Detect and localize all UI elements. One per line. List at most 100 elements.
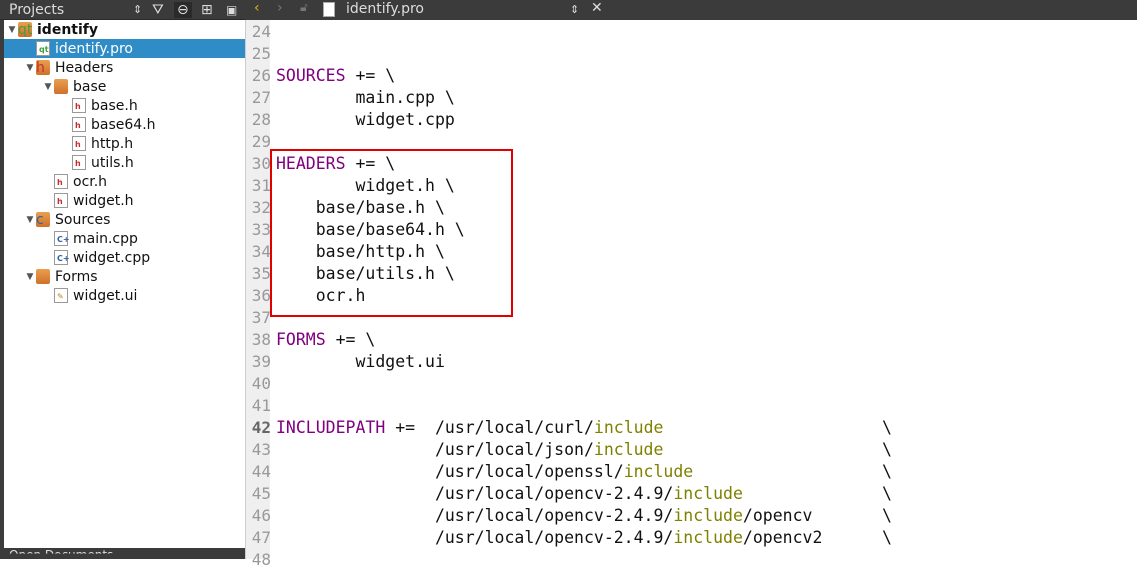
tree-item[interactable]: h ocr.h	[4, 172, 245, 191]
expand-arrow-icon[interactable]: ▼	[42, 82, 54, 92]
code-token: main.cpp \	[276, 88, 455, 107]
h-file-icon: h	[72, 117, 86, 132]
code-token: widget.cpp	[276, 110, 455, 129]
folder-icon: c	[36, 212, 50, 228]
include-token: include	[673, 506, 743, 525]
keyword-token: INCLUDEPATH	[276, 418, 386, 437]
code-token: /usr/local/json/	[276, 440, 594, 459]
tree-item[interactable]: qt identify.pro	[4, 39, 245, 58]
tree-item-label: main.cpp	[73, 230, 138, 247]
expand-arrow-icon[interactable]: ▼	[6, 25, 18, 35]
expand-arrow-icon[interactable]: ▼	[24, 63, 36, 73]
tree-item[interactable]: h base64.h	[4, 115, 245, 134]
tree-item[interactable]: ▼ qt identify	[4, 20, 245, 39]
include-token: include	[623, 462, 694, 481]
editor-toolbar: ‹ › 🔓︎ identify.pro ⇕ ✕	[245, 0, 1137, 20]
keyword-token: SOURCES	[276, 66, 346, 85]
h-file-icon: h	[72, 136, 86, 151]
projects-title: Projects	[9, 1, 65, 18]
h-file-icon: h	[54, 193, 68, 208]
code-token: /usr/local/openssl/	[276, 462, 624, 481]
h-file-icon: h	[72, 155, 86, 170]
code-line: /usr/local/opencv-2.4.9/include/opencv2 …	[276, 527, 892, 549]
tree-item-label: base64.h	[91, 116, 156, 133]
code-token: /usr/local/opencv-2.4.9/	[276, 484, 674, 503]
h-file-icon: h	[72, 98, 86, 113]
tree-item[interactable]: ✎ widget.ui	[4, 286, 245, 305]
forward-icon[interactable]: ›	[277, 0, 283, 16]
tree-item[interactable]: h utils.h	[4, 153, 245, 172]
tree-item[interactable]: h base.h	[4, 96, 245, 115]
code-token: /opencv \	[742, 506, 892, 525]
code-line: /usr/local/openssl/include \	[276, 461, 892, 483]
split-icon[interactable]: ⊞	[201, 2, 213, 18]
tree-item[interactable]: ▼ c Sources	[4, 210, 245, 229]
code-line: widget.ui	[276, 351, 445, 373]
code-line: INCLUDEPATH += /usr/local/curl/include \	[276, 417, 892, 439]
tree-item[interactable]: ▼ Forms	[4, 267, 245, 286]
file-name[interactable]: identify.pro	[346, 1, 424, 17]
cpp-file-icon: C+	[54, 250, 70, 265]
tree-item-label: utils.h	[91, 154, 134, 171]
include-token: include	[593, 418, 664, 437]
code-token: += \	[345, 66, 396, 85]
code-line: FORMS += \	[276, 329, 375, 351]
tree-item[interactable]: C+ main.cpp	[4, 229, 245, 248]
document-selector-icon[interactable]: ⇕	[570, 3, 579, 16]
cpp-file-icon: C+	[54, 231, 70, 246]
tree-item-label: identify	[37, 21, 98, 38]
tree-item[interactable]: C+ widget.cpp	[4, 248, 245, 267]
code-token: \	[742, 484, 892, 503]
h-file-icon: h	[54, 174, 68, 189]
code-line: main.cpp \	[276, 87, 455, 109]
close-panel-icon[interactable]: ▣	[226, 3, 237, 17]
tree-item[interactable]: ▼ base	[4, 77, 245, 96]
keyword-token: FORMS	[276, 330, 326, 349]
code-token: /usr/local/opencv-2.4.9/	[276, 506, 674, 525]
tree-item-label: Headers	[55, 59, 114, 76]
code-token: /opencv2 \	[742, 528, 892, 547]
code-line: SOURCES += \	[276, 65, 395, 87]
tree-item-label: identify.pro	[55, 40, 133, 57]
tree-item-label: base.h	[91, 97, 138, 114]
highlight-box	[270, 149, 513, 317]
pro-file-icon	[323, 2, 335, 17]
editor: ‹ › 🔓︎ identify.pro ⇕ ✕ 24 25 26 27 28 29 30 31…	[245, 0, 1137, 569]
filter-icon[interactable]: ⛛	[152, 2, 164, 18]
tree-item-label: Forms	[55, 268, 98, 285]
tree-item-label: widget.h	[73, 192, 134, 209]
include-token: include	[593, 440, 664, 459]
link-icon[interactable]: ⊖	[174, 1, 192, 18]
code-line: widget.cpp	[276, 109, 455, 131]
tree-item[interactable]: h widget.h	[4, 191, 245, 210]
code-token: += /usr/local/curl/	[385, 418, 594, 437]
code-line: /usr/local/opencv-2.4.9/include/opencv \	[276, 505, 892, 527]
expand-arrow-icon[interactable]: ▼	[24, 272, 36, 282]
pro-file-icon: qt	[36, 41, 50, 56]
code-token: += \	[325, 330, 376, 349]
tree-item-label: Sources	[55, 211, 111, 228]
folder-icon: qt	[18, 22, 33, 38]
open-documents-bar: Open Documents	[0, 548, 245, 559]
tree-item-label: http.h	[91, 135, 134, 152]
folder-icon	[36, 269, 50, 284]
code-token: widget.ui	[276, 352, 445, 371]
code-token: /usr/local/opencv-2.4.9/	[276, 528, 674, 547]
code-token: \	[663, 440, 892, 459]
projects-toolbar: Projects ⇕ ⛛ ⊖ ⊞ ▣	[0, 0, 245, 20]
close-document-icon[interactable]: ✕	[591, 0, 603, 16]
tree-item-label: widget.cpp	[73, 249, 151, 266]
code-token: \	[663, 418, 892, 437]
back-icon[interactable]: ‹	[254, 0, 260, 16]
expand-arrow-icon[interactable]: ▼	[24, 215, 36, 225]
tree-item-label: base	[73, 78, 107, 95]
projects-panel: Projects ⇕ ⛛ ⊖ ⊞ ▣ ▼ qt identify qt identify…	[0, 0, 245, 559]
ui-file-icon: ✎	[54, 288, 68, 303]
tree-item[interactable]: ▼ h Headers	[4, 58, 245, 77]
code-line: /usr/local/opencv-2.4.9/include \	[276, 483, 892, 505]
tree-item-label: widget.ui	[73, 287, 138, 304]
view-selector-icon[interactable]: ⇕	[133, 3, 142, 16]
tree-item[interactable]: h http.h	[4, 134, 245, 153]
open-documents-title: Open Documents	[9, 548, 114, 562]
code-token: \	[693, 462, 892, 481]
